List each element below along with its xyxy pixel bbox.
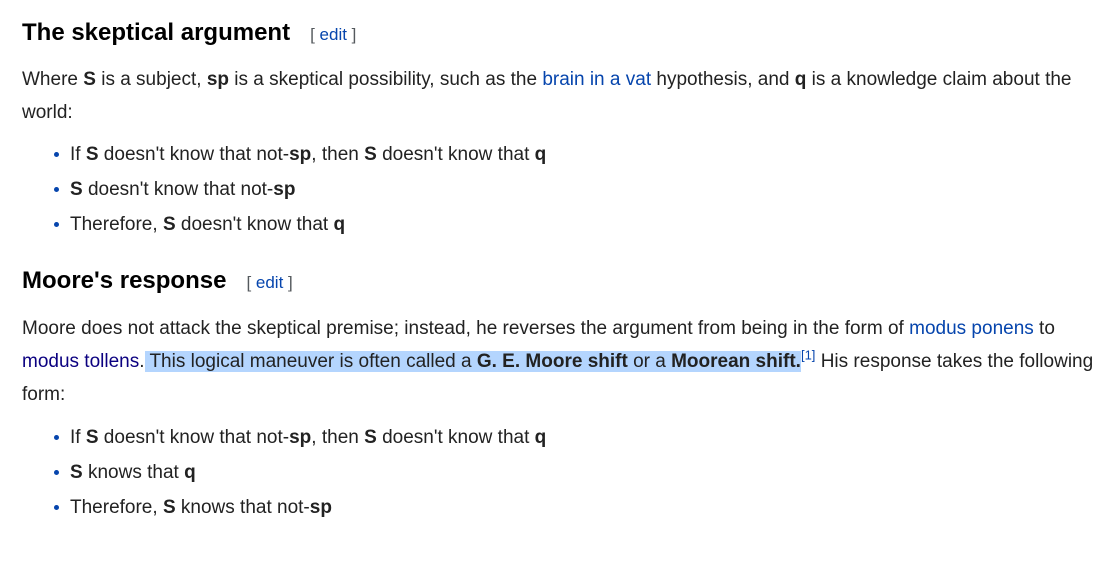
bracket-open: [ <box>246 273 256 292</box>
bold-term: q <box>534 427 547 448</box>
link-modus-tollens[interactable]: modus tollens <box>22 351 139 372</box>
paragraph-intro: Where S is a subject, sp is a skeptical … <box>22 63 1102 129</box>
bold-term: S <box>364 427 377 448</box>
text: is a skeptical possibility, such as the <box>229 69 543 90</box>
bold-term: S <box>162 497 176 518</box>
text: knows that not- <box>175 497 310 518</box>
text: Where <box>22 69 84 90</box>
text: , then <box>311 427 365 448</box>
bold-term: S <box>364 144 377 165</box>
article-content: The skeptical argument [ edit ] Where S … <box>0 0 1102 525</box>
text: doesn't know that not- <box>98 427 290 448</box>
list-item: Therefore, S doesn't know that q <box>54 207 1102 242</box>
citation-link[interactable]: [1] <box>801 348 815 363</box>
bold-term: q <box>534 144 547 165</box>
bold-term: q <box>184 462 196 483</box>
list-item: If S doesn't know that not-sp, then S do… <box>54 137 1102 172</box>
bold-term: q <box>333 214 346 235</box>
list-item: S knows that q <box>54 455 1102 490</box>
text: Moore does not attack the skeptical prem… <box>22 318 910 339</box>
list-item: S doesn't know that not-sp <box>54 172 1102 207</box>
text: doesn't know that not- <box>82 179 274 200</box>
text: doesn't know that not- <box>98 144 290 165</box>
bullet-list-skeptical: If S doesn't know that not-sp, then S do… <box>22 137 1102 242</box>
text: doesn't know that <box>376 427 535 448</box>
bold-term: S <box>70 462 83 483</box>
bullet-list-moore: If S doesn't know that not-sp, then S do… <box>22 420 1102 525</box>
bracket-close: ] <box>346 25 357 44</box>
text: knows that <box>82 462 185 483</box>
edit-section-bracket: [ edit ] <box>246 268 292 298</box>
paragraph-moore: Moore does not attack the skeptical prem… <box>22 312 1102 411</box>
text: to <box>1033 318 1055 339</box>
text: Therefore, <box>70 214 163 235</box>
section-title: The skeptical argument <box>22 19 291 46</box>
section-title: Moore's response <box>22 267 227 294</box>
bold-term: sp <box>309 497 332 518</box>
edit-section-bracket: [ edit ] <box>310 20 356 50</box>
bold-term: sp <box>289 144 312 165</box>
bracket-open: [ <box>310 25 320 44</box>
link-brain-in-a-vat[interactable]: brain in a vat <box>542 69 651 90</box>
text: hypothesis, and <box>651 69 795 90</box>
text: doesn't know that <box>175 214 334 235</box>
text: , then <box>311 144 365 165</box>
text: or a <box>627 351 672 372</box>
list-item: If S doesn't know that not-sp, then S do… <box>54 420 1102 455</box>
bold-term: S <box>85 144 99 165</box>
bold-term: q <box>794 69 807 90</box>
bold-term: S <box>85 427 99 448</box>
link-modus-ponens[interactable]: modus ponens <box>909 318 1034 339</box>
bold-term: S <box>70 179 83 200</box>
citation-superscript: [1] <box>801 348 815 363</box>
text: Therefore, <box>70 497 163 518</box>
edit-section-link[interactable]: edit <box>256 273 283 292</box>
section-heading-skeptical-argument: The skeptical argument [ edit ] <box>22 0 1102 50</box>
text: If <box>70 427 86 448</box>
list-item: Therefore, S knows that not-sp <box>54 490 1102 525</box>
bold-term: S <box>83 69 96 90</box>
section-heading-moores-response: Moore's response [ edit ] <box>22 266 1102 298</box>
bold-term: sp <box>273 179 296 200</box>
bold-term: S <box>162 214 176 235</box>
text: If <box>70 144 86 165</box>
text: is a subject, <box>95 69 207 90</box>
bold-term: sp <box>289 427 312 448</box>
text: doesn't know that <box>376 144 535 165</box>
text-selection-highlight: This logical maneuver is often called a … <box>144 351 801 372</box>
bold-term: sp <box>206 69 230 90</box>
edit-section-link[interactable]: edit <box>320 25 347 44</box>
text: This logical maneuver is often called a <box>144 351 477 372</box>
bracket-close: ] <box>283 273 293 292</box>
bold-term: G. E. Moore shift <box>476 351 628 372</box>
bold-term: Moorean shift. <box>671 351 801 372</box>
